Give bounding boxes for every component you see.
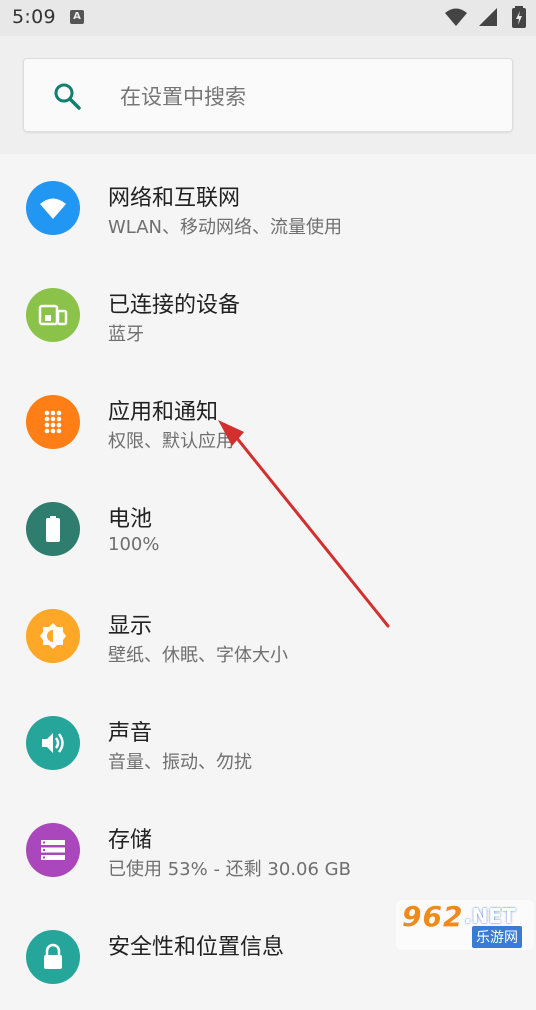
storage-icon (41, 840, 65, 860)
signal-icon (478, 8, 497, 26)
item-title: 声音 (108, 721, 153, 746)
volume-icon (42, 733, 64, 753)
item-title: 显示 (108, 614, 153, 639)
watermark-logo: 962 .NET 乐游网 (396, 900, 534, 950)
search-placeholder: 在设置中搜索 (120, 85, 246, 109)
item-summary: 权限、默认应用 (108, 431, 234, 452)
item-summary: 音量、振动、勿扰 (108, 752, 252, 773)
item-title: 网络和互联网 (108, 186, 241, 211)
item-summary: WLAN、移动网络、流量使用 (108, 217, 343, 238)
network-icon-badge (26, 181, 80, 235)
status-bar: 5:09 A (0, 0, 536, 36)
item-title: 存储 (108, 828, 153, 853)
settings-item-storage[interactable]: 存储 已使用 53% - 还剩 30.06 GB (0, 796, 536, 903)
search-icon (54, 83, 81, 110)
lock-icon-badge (26, 930, 80, 984)
devices-icon-badge (26, 288, 80, 342)
watermark-logo-number: 962 (402, 900, 464, 933)
settings-item-connected-devices[interactable]: 已连接的设备 蓝牙 (0, 261, 536, 368)
item-summary: 蓝牙 (108, 324, 144, 345)
item-title: 安全性和位置信息 (108, 935, 285, 960)
watermark-logo-suffix: .NET (464, 904, 516, 928)
settings-item-battery[interactable]: 电池 100% (0, 475, 536, 582)
wifi-icon (40, 198, 66, 219)
battery-icon-badge (26, 502, 80, 556)
search-input[interactable]: 在设置中搜索 (23, 58, 513, 132)
settings-item-display[interactable]: 显示 壁纸、休眠、字体大小 (0, 582, 536, 689)
item-summary: 已使用 53% - 还剩 30.06 GB (108, 859, 351, 880)
settings-item-sound[interactable]: 声音 音量、振动、勿扰 (0, 689, 536, 796)
apps-icon (44, 410, 62, 434)
item-title: 已连接的设备 (108, 293, 241, 318)
wifi-icon (444, 8, 467, 26)
item-summary: 100% (108, 534, 160, 555)
item-title: 应用和通知 (108, 400, 219, 425)
brightness-icon-badge (26, 609, 80, 663)
search-area: 在设置中搜索 (0, 36, 536, 154)
status-icons (444, 6, 526, 30)
battery-icon (512, 6, 526, 28)
volume-icon-badge (26, 716, 80, 770)
item-summary: 壁纸、休眠、字体大小 (108, 645, 288, 666)
settings-item-network[interactable]: 网络和互联网 WLAN、移动网络、流量使用 (0, 154, 536, 261)
item-title: 电池 (108, 507, 153, 532)
devices-icon (38, 304, 68, 326)
brightness-icon (40, 623, 66, 649)
storage-icon-badge (26, 823, 80, 877)
watermark-sub: 乐游网 (472, 926, 522, 948)
settings-item-apps-notifications[interactable]: 应用和通知 权限、默认应用 (0, 368, 536, 475)
apps-icon-badge (26, 395, 80, 449)
battery-icon (46, 516, 60, 542)
lock-icon (44, 943, 62, 969)
status-time: 5:09 (12, 6, 56, 28)
notification-icon: A (70, 10, 84, 24)
